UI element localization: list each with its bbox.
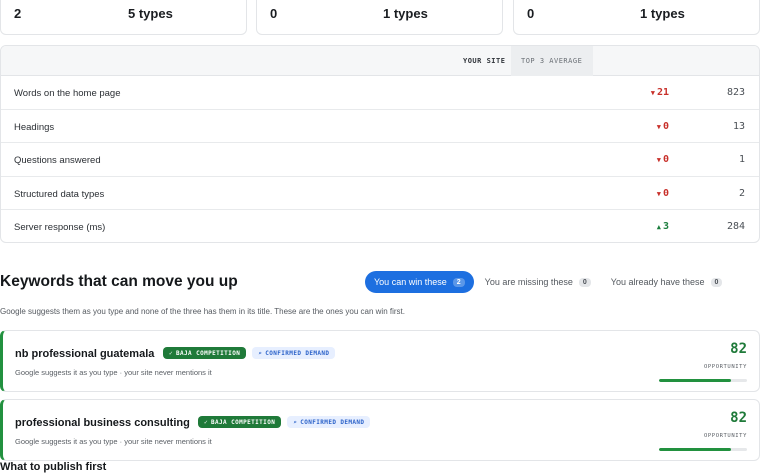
tab-label: You already have these (610, 277, 705, 287)
metric-average: 284 (726, 221, 745, 232)
opportunity-bar-fill (659, 379, 732, 382)
metric-delta-value: 0 (662, 154, 669, 165)
check-icon: ✓ (169, 349, 174, 357)
keyword-name: professional business consulting (15, 417, 190, 429)
metric-delta: ▼ 0 (657, 121, 669, 132)
demand-badge-label: CONFIRMED DEMAND (300, 418, 365, 426)
keyword-name: nb professional guatemala (15, 348, 155, 360)
metric-label: Questions answered (14, 155, 101, 166)
table-row: Questions answered ▼ 0 1 (1, 143, 759, 177)
demand-badge: ⌕ CONFIRMED DEMAND (287, 416, 371, 428)
top3-average-column-header: TOP 3 AVERAGE (511, 46, 593, 76)
summary-card-number: 0 (270, 6, 278, 21)
keyword-badges: ✓ BAJA COMPETITION ⌕ CONFIRMED DEMAND (198, 416, 371, 428)
summary-card-number: 0 (527, 6, 535, 21)
opportunity-score: 82 (730, 341, 747, 357)
keyword-card[interactable]: nb professional guatemala ✓ BAJA COMPETITI… (0, 330, 760, 392)
comparison-table: YOUR SITE TOP 3 AVERAGE Words on the hom… (0, 45, 760, 243)
competition-badge: ✓ BAJA COMPETITION (198, 416, 282, 428)
tab-label: You can win these (374, 277, 447, 287)
metric-average: 2 (738, 187, 745, 199)
tab-count-badge: 2 (452, 277, 465, 287)
search-icon: ⌕ (293, 418, 298, 426)
metric-delta-value: 21 (656, 87, 669, 98)
tab-count-badge: 0 (578, 277, 591, 287)
triangle-down-icon: ▼ (656, 122, 661, 131)
triangle-down-icon: ▼ (656, 156, 661, 164)
keyword-tabs: You can win these 2 You are missing these 0… (365, 271, 733, 293)
summary-card-types: 1 types (640, 6, 685, 21)
table-row: Words on the home page ▼ 21 823 (1, 76, 759, 110)
tab-already-have[interactable]: You already have these 0 (602, 271, 732, 293)
metric-label: Server response (ms) (14, 222, 106, 233)
metric-average: 13 (732, 120, 745, 132)
opportunity-bar (659, 379, 747, 382)
table-row: Server response (ms) ▲ 3 284 (1, 210, 759, 242)
triangle-down-icon: ▼ (656, 189, 661, 198)
keywords-section-title: Keywords that can move you up (0, 273, 238, 290)
metric-delta: ▲ 3 (657, 221, 669, 232)
table-row: Headings ▼ 0 13 (1, 110, 759, 143)
competition-badge: ✓ BAJA COMPETITION (163, 347, 247, 359)
metric-delta: ▼ 0 (657, 188, 669, 199)
summary-card-types: 1 types (383, 6, 428, 21)
summary-card-types: 5 types (128, 6, 173, 21)
competition-badge-label: BAJA COMPETITION (211, 418, 276, 426)
triangle-up-icon: ▲ (656, 223, 661, 231)
table-row: Structured data types ▼ 0 2 (1, 177, 759, 210)
keyword-description: Google suggests it as you type · your si… (15, 368, 212, 377)
metric-delta: ▼ 21 (651, 87, 669, 98)
competition-badge-label: BAJA COMPETITION (176, 349, 241, 357)
keywords-subtitle: Google suggests them as you type and non… (0, 307, 405, 316)
comparison-table-header: YOUR SITE TOP 3 AVERAGE (1, 46, 759, 76)
metric-label: Headings (14, 121, 55, 133)
metric-average: 1 (738, 154, 745, 165)
publish-section-title: What to publish first (0, 461, 107, 473)
demand-badge-label: CONFIRMED DEMAND (265, 349, 330, 357)
opportunity-score: 82 (730, 410, 747, 426)
keyword-card[interactable]: professional business consulting ✓ BAJA CO… (0, 399, 760, 461)
opportunity-bar (659, 448, 747, 451)
summary-card-3: 0 1 types (513, 0, 760, 35)
metric-delta-value: 0 (662, 187, 669, 199)
summary-card-2: 0 1 types (256, 0, 503, 35)
check-icon: ✓ (204, 418, 209, 426)
comparison-table-body: Words on the home page ▼ 21 823 Headings ▼ 0 13… (1, 76, 759, 242)
opportunity-label: OPPORTUNITY (703, 364, 747, 370)
keyword-description: Google suggests it as you type · your si… (15, 437, 212, 446)
metric-label: Words on the home page (14, 88, 121, 99)
tab-count-badge: 0 (710, 277, 723, 287)
tab-can-win[interactable]: You can win these 2 (365, 271, 474, 293)
metric-average: 823 (726, 87, 745, 98)
tab-label: You are missing these (484, 277, 573, 287)
opportunity-label: OPPORTUNITY (703, 433, 747, 439)
metric-delta-value: 0 (662, 120, 669, 132)
metric-label: Structured data types (14, 188, 105, 200)
summary-card-1: 2 5 types (0, 0, 247, 35)
tab-missing[interactable]: You are missing these 0 (476, 271, 600, 293)
opportunity-bar-fill (659, 448, 732, 451)
demand-badge: ⌕ CONFIRMED DEMAND (252, 347, 336, 359)
your-site-column-header: YOUR SITE (463, 57, 506, 65)
keyword-badges: ✓ BAJA COMPETITION ⌕ CONFIRMED DEMAND (163, 347, 336, 359)
search-icon: ⌕ (258, 349, 263, 357)
metric-delta: ▼ 0 (657, 154, 669, 165)
triangle-down-icon: ▼ (650, 89, 655, 97)
metric-delta-value: 3 (662, 221, 669, 232)
summary-card-number: 2 (14, 6, 22, 21)
